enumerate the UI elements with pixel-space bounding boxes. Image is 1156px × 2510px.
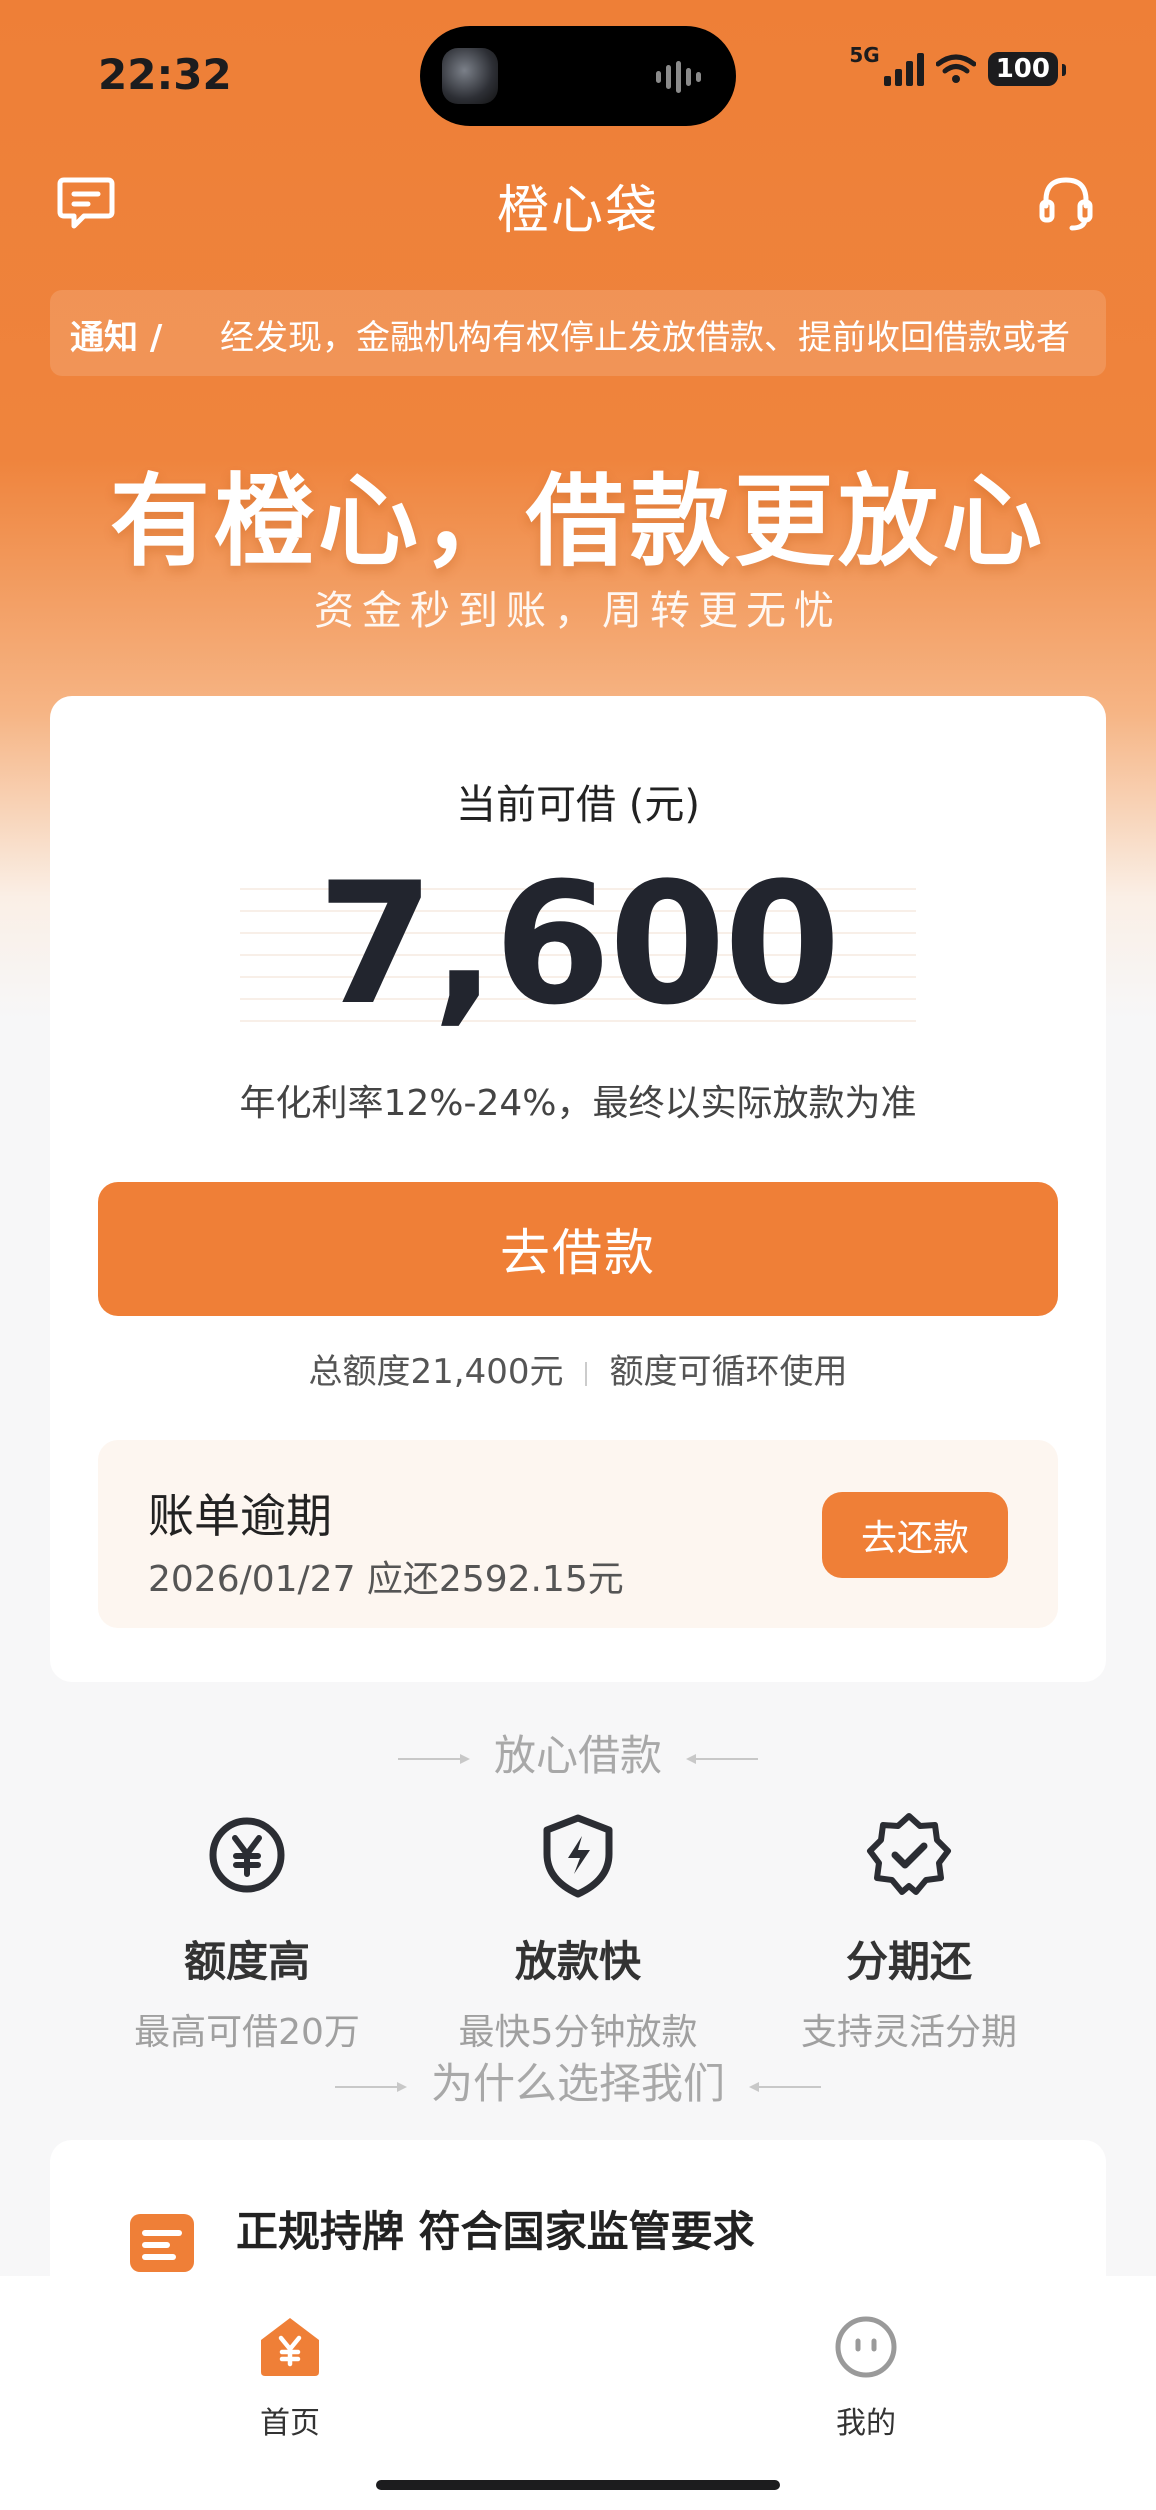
why-us-section-title: 为什么选择我们 xyxy=(0,2050,1156,2111)
notice-bar[interactable]: 通知 / 经发现，金融机构有权停止发放借款、提前收回借款或者 xyxy=(50,290,1106,376)
feature-title: 额度高 xyxy=(183,1937,310,1986)
bill-detail: 2026/01/27 应还2592.15元 xyxy=(148,1559,624,1600)
network-type: 5G xyxy=(849,43,880,67)
overdue-bill-panel: 账单逾期 2026/01/27 应还2592.15元 去还款 xyxy=(98,1440,1058,1628)
headset-icon[interactable] xyxy=(1034,170,1098,234)
wifi-icon xyxy=(935,54,976,83)
now-playing-artwork xyxy=(442,48,498,104)
home-indicator xyxy=(376,2480,780,2490)
compliance-title: 正规持牌 符合国家监管要求 xyxy=(236,2207,755,2256)
page-title: 橙心袋 xyxy=(496,181,659,241)
notice-text: 经发现，金融机构有权停止发放借款、提前收回借款或者 xyxy=(220,318,1070,358)
bill-title: 账单逾期 xyxy=(148,1489,332,1543)
notice-tag: 通知 / xyxy=(70,318,163,358)
signal-icon xyxy=(883,52,924,86)
badge-check-icon xyxy=(864,1810,954,1900)
feature-high-quota: 额度高 最高可借20万 xyxy=(82,1810,412,2055)
shield-lightning-icon xyxy=(533,1810,623,1900)
available-amount: 7,600 xyxy=(317,846,840,1042)
available-label: 当前可借 (元) xyxy=(456,782,700,828)
tab-mine[interactable]: 我的 xyxy=(766,2314,966,2442)
decor-line xyxy=(686,1753,758,1764)
rate-note: 年化利率12%-24%，最终以实际放款为准 xyxy=(239,1083,917,1124)
tab-bar: 首页 我的 xyxy=(0,2276,1156,2510)
repay-button[interactable]: 去还款 xyxy=(822,1492,1008,1578)
total-quota: 总额度21,400元 xyxy=(308,1352,564,1392)
feature-title: 分期还 xyxy=(845,1937,972,1986)
battery-indicator: 100 xyxy=(987,52,1067,86)
hero-slogan: 有橙心，借款更放心 xyxy=(110,463,1046,580)
feature-installment: 分期还 支持灵活分期 xyxy=(744,1810,1074,2055)
feature-subtitle: 支持灵活分期 xyxy=(800,2012,1017,2053)
profile-face-icon xyxy=(833,2314,899,2380)
license-icon xyxy=(130,2214,194,2272)
features-section-title: 放心借款 xyxy=(0,1722,1156,1783)
features-title-text: 放心借款 xyxy=(493,1731,662,1780)
tab-home[interactable]: 首页 xyxy=(190,2314,390,2442)
status-indicators: 5G 100 xyxy=(849,43,1067,86)
loan-card: 当前可借 (元) 7,600 年化利率12%-24%，最终以实际放款为准 去借款… xyxy=(50,696,1106,1682)
yen-circle-icon xyxy=(202,1810,292,1900)
decor-line xyxy=(749,2081,821,2092)
borrow-button[interactable]: 去借款 xyxy=(98,1182,1058,1316)
why-us-title-text: 为什么选择我们 xyxy=(430,2059,725,2108)
divider xyxy=(585,1361,588,1386)
recycle-note: 额度可循环使用 xyxy=(609,1352,848,1392)
feature-fast-payout: 放款快 最快5分钟放款 xyxy=(413,1810,743,2055)
hero-subslogan: 资金秒到账，周转更无忧 xyxy=(314,588,842,634)
decor-line xyxy=(334,2081,407,2092)
dynamic-island xyxy=(420,26,736,126)
home-yen-icon xyxy=(257,2314,323,2380)
decor-line xyxy=(397,1753,470,1764)
audio-wave-icon xyxy=(656,60,704,94)
status-time: 22:32 xyxy=(98,50,232,99)
tab-label: 首页 xyxy=(260,2406,320,2441)
feature-subtitle: 最快5分钟放款 xyxy=(458,2012,698,2053)
feature-title: 放款快 xyxy=(514,1937,641,1986)
tab-label: 我的 xyxy=(836,2406,896,2441)
feature-subtitle: 最高可借20万 xyxy=(134,2012,360,2053)
quota-line: 总额度21,400元 额度可循环使用 xyxy=(50,1344,1106,1393)
